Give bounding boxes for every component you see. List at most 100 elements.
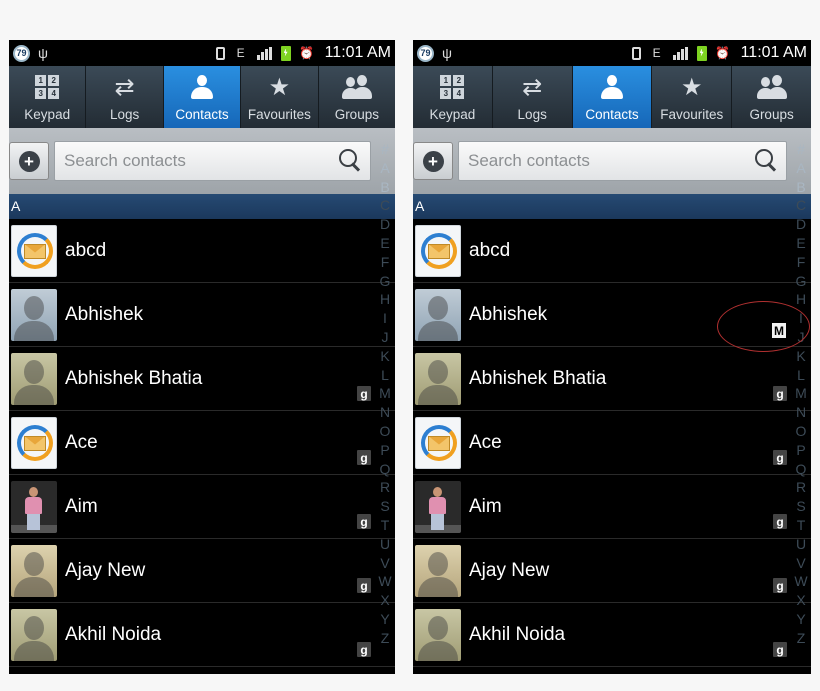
index-letter[interactable]: L bbox=[381, 366, 389, 385]
index-letter[interactable]: B bbox=[380, 178, 389, 197]
index-letter[interactable]: P bbox=[380, 441, 389, 460]
index-letter[interactable]: E bbox=[380, 234, 389, 253]
contact-row[interactable]: Aim g bbox=[413, 475, 811, 539]
index-letter[interactable]: H bbox=[380, 290, 390, 309]
index-letter[interactable]: K bbox=[796, 347, 805, 366]
contact-photo bbox=[415, 480, 461, 533]
tab-logs[interactable]: ⇄ Logs bbox=[493, 66, 573, 128]
default-avatar-icon bbox=[415, 544, 461, 597]
search-bar: + bbox=[9, 128, 395, 194]
annotation-circle bbox=[717, 301, 810, 352]
contact-name: Abhishek bbox=[65, 303, 144, 325]
index-letter[interactable]: Z bbox=[797, 629, 806, 648]
index-letter[interactable]: U bbox=[380, 535, 390, 554]
index-letter[interactable]: I bbox=[383, 309, 387, 328]
index-letter[interactable]: N bbox=[796, 403, 806, 422]
index-letter[interactable]: S bbox=[380, 497, 389, 516]
index-letter[interactable]: F bbox=[797, 253, 806, 272]
tab-groups[interactable]: Groups bbox=[732, 66, 811, 128]
index-letter[interactable]: G bbox=[380, 272, 391, 291]
clock: 11:01 AM bbox=[324, 44, 391, 61]
index-letter[interactable]: B bbox=[796, 178, 805, 197]
index-letter[interactable]: X bbox=[796, 591, 805, 610]
battery-level-badge: 79 bbox=[13, 44, 30, 62]
search-icon[interactable] bbox=[755, 149, 779, 173]
tab-label: Favourites bbox=[247, 107, 311, 122]
contact-row[interactable]: Akhil Noida g bbox=[9, 603, 395, 667]
index-letter[interactable]: Q bbox=[796, 460, 807, 479]
index-letter[interactable]: V bbox=[380, 554, 389, 573]
tab-contacts[interactable]: Contacts bbox=[572, 66, 653, 128]
contact-row[interactable]: Aim g bbox=[9, 475, 395, 539]
index-letter[interactable]: M bbox=[379, 384, 391, 403]
contact-name: Ace bbox=[469, 431, 502, 453]
index-letter[interactable]: U bbox=[796, 535, 806, 554]
index-letter[interactable]: A bbox=[796, 159, 805, 178]
index-letter[interactable]: A bbox=[380, 159, 389, 178]
index-letter[interactable]: D bbox=[796, 215, 806, 234]
index-letter[interactable]: W bbox=[378, 572, 391, 591]
index-letter[interactable]: Y bbox=[380, 610, 389, 629]
add-contact-button[interactable]: + bbox=[413, 142, 453, 180]
add-contact-button[interactable]: + bbox=[9, 142, 49, 180]
index-letter[interactable]: Z bbox=[381, 629, 390, 648]
alphabet-index[interactable]: # A B C D E F G H I J K L M N O P Q R S T U V W X Y Z bbox=[375, 140, 395, 648]
tab-contacts[interactable]: Contacts bbox=[163, 66, 242, 128]
tab-favourites[interactable]: ★ Favourites bbox=[652, 66, 733, 128]
contact-row[interactable]: abcd bbox=[413, 219, 811, 283]
index-letter[interactable]: C bbox=[796, 196, 806, 215]
index-letter[interactable]: J bbox=[382, 328, 389, 347]
index-letter[interactable]: Y bbox=[796, 610, 805, 629]
index-letter[interactable]: W bbox=[794, 572, 807, 591]
contact-row[interactable]: Ajay New g bbox=[9, 539, 395, 603]
index-letter[interactable]: S bbox=[796, 497, 805, 516]
contact-row[interactable]: Akhil Noida g bbox=[413, 603, 811, 667]
search-input[interactable] bbox=[54, 141, 371, 181]
keypad-icon: 1234 bbox=[35, 74, 60, 100]
index-letter[interactable]: G bbox=[796, 272, 807, 291]
search-icon[interactable] bbox=[339, 149, 363, 173]
search-bar: + bbox=[413, 128, 811, 194]
contact-row[interactable]: Ace g bbox=[413, 411, 811, 475]
index-letter[interactable]: H bbox=[796, 290, 806, 309]
index-letter[interactable]: T bbox=[381, 516, 390, 535]
index-letter[interactable]: L bbox=[797, 366, 805, 385]
tab-logs[interactable]: ⇄ Logs bbox=[86, 66, 164, 128]
index-letter[interactable]: T bbox=[797, 516, 806, 535]
index-letter[interactable]: # bbox=[381, 140, 389, 159]
index-letter[interactable]: Q bbox=[380, 460, 391, 479]
contact-row[interactable]: Ajay New g bbox=[413, 539, 811, 603]
index-letter[interactable]: O bbox=[380, 422, 391, 441]
index-letter[interactable]: N bbox=[380, 403, 390, 422]
index-letter[interactable]: F bbox=[381, 253, 390, 272]
index-letter[interactable]: M bbox=[795, 384, 807, 403]
contact-row[interactable]: Abhishek Bhatia g bbox=[9, 347, 395, 411]
index-letter[interactable]: C bbox=[380, 196, 390, 215]
groups-icon bbox=[341, 74, 372, 100]
contact-row[interactable]: Abhishek bbox=[9, 283, 395, 347]
app-avatar-icon bbox=[11, 224, 57, 277]
status-icons: E ⏰ 11:01 AM bbox=[215, 44, 391, 62]
contact-row[interactable]: Abhishek Bhatia g bbox=[413, 347, 811, 411]
contact-row[interactable]: Ace g bbox=[9, 411, 395, 475]
tab-groups[interactable]: Groups bbox=[319, 66, 395, 128]
index-letter[interactable]: D bbox=[380, 215, 390, 234]
alphabet-index[interactable]: # A B C D E F G H I J K L M N O P Q R S T U V W X Y Z bbox=[791, 140, 811, 648]
index-letter[interactable]: V bbox=[796, 554, 805, 573]
star-icon: ★ bbox=[681, 73, 703, 101]
tab-keypad[interactable]: 1 2 3 4 Keypad bbox=[413, 66, 493, 128]
contact-row[interactable]: abcd bbox=[9, 219, 395, 283]
index-letter[interactable]: R bbox=[796, 478, 806, 497]
tab-favourites[interactable]: ★ Favourites bbox=[241, 66, 319, 128]
groups-icon bbox=[756, 74, 787, 100]
index-letter[interactable]: E bbox=[796, 234, 805, 253]
google-account-icon: g bbox=[357, 450, 371, 465]
index-letter[interactable]: # bbox=[797, 140, 805, 159]
search-input[interactable] bbox=[458, 141, 787, 181]
index-letter[interactable]: K bbox=[380, 347, 389, 366]
index-letter[interactable]: O bbox=[796, 422, 807, 441]
tab-keypad[interactable]: 1 2 3 4 Keypad bbox=[9, 66, 87, 128]
index-letter[interactable]: R bbox=[380, 478, 390, 497]
index-letter[interactable]: P bbox=[796, 441, 805, 460]
index-letter[interactable]: X bbox=[380, 591, 389, 610]
